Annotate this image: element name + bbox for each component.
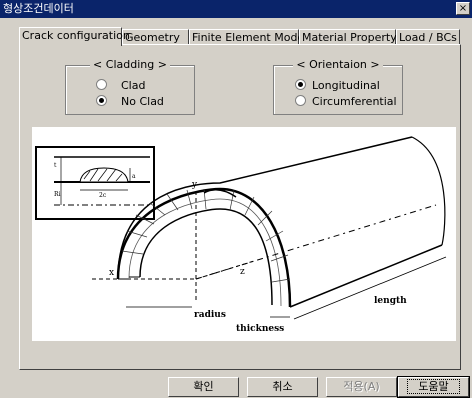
help-button[interactable]: 도움말 — [397, 376, 470, 398]
inset-label-ri: Ri — [54, 191, 61, 198]
tab-finite-element-model[interactable]: Finite Element Model — [189, 29, 307, 45]
title-bar: 형상조건데이터 × — [0, 0, 472, 18]
ok-button[interactable]: 확인 — [168, 377, 239, 397]
window-title: 형상조건데이터 — [3, 2, 74, 15]
axis-label-z: z — [240, 267, 245, 277]
tab-material-property[interactable]: Material Property — [299, 29, 397, 45]
cladding-legend: < Cladding > — [90, 58, 170, 71]
orientation-legend: < Orientaion > — [293, 58, 383, 71]
radio-circumferential-label: Circumferential — [312, 95, 397, 108]
apply-button[interactable]: 적용(A) — [326, 377, 397, 397]
close-button[interactable]: × — [456, 2, 470, 15]
radio-circumferential-indicator — [295, 95, 306, 106]
inset-label-a: a — [132, 173, 136, 180]
radio-no-clad-label: No Clad — [121, 95, 164, 108]
tab-geometry[interactable]: Geometry — [122, 29, 189, 45]
axis-label-y: y — [191, 180, 198, 190]
radio-longitudinal-indicator — [295, 79, 306, 90]
tab-load-bcs[interactable]: Load / BCs — [396, 29, 460, 45]
cylinder-drawing: t Ri 2c a x y z radius thickness length — [35, 136, 447, 334]
axis-label-x: x — [109, 268, 114, 278]
cancel-button[interactable]: 취소 — [247, 377, 318, 397]
radio-clad-label: Clad — [121, 79, 146, 92]
crack-geometry-diagram: t Ri 2c a x y z radius thickness length — [32, 127, 456, 341]
label-thickness: thickness — [236, 324, 284, 334]
inset-label-2c: 2c — [99, 192, 107, 199]
radio-circumferential[interactable]: Circumferential — [295, 95, 397, 108]
radio-no-clad-indicator — [96, 95, 107, 106]
help-button-label: 도움말 — [407, 379, 460, 394]
radio-longitudinal[interactable]: Longitudinal — [295, 79, 380, 92]
radio-longitudinal-label: Longitudinal — [312, 79, 380, 92]
tab-crack-configuration[interactable]: Crack configuration — [19, 27, 130, 46]
radio-clad-indicator — [96, 79, 107, 90]
label-radius: radius — [194, 310, 226, 320]
label-length: length — [374, 296, 407, 306]
radio-clad[interactable]: Clad — [96, 79, 145, 92]
radio-no-clad[interactable]: No Clad — [96, 95, 164, 108]
